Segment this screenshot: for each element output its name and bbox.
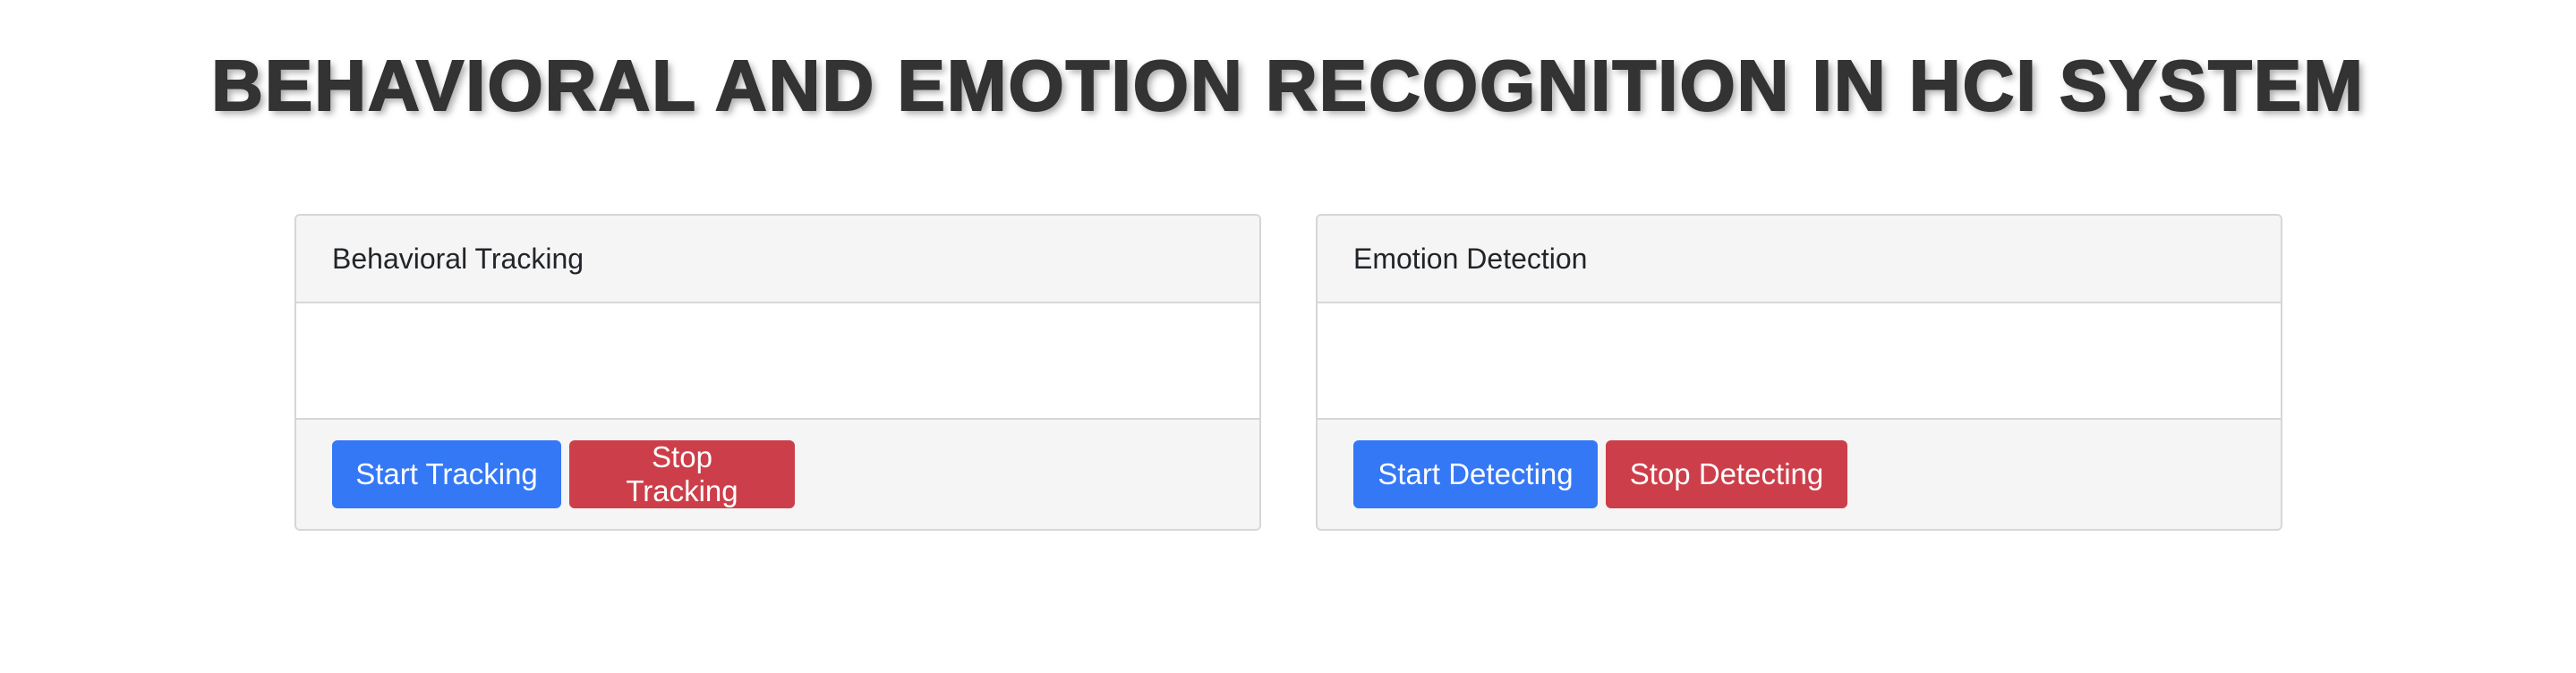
- behavioral-tracking-card: Behavioral Tracking Start Tracking Stop …: [294, 214, 1261, 531]
- stop-tracking-button[interactable]: Stop Tracking: [569, 440, 795, 508]
- emotion-detection-card: Emotion Detection Start Detecting Stop D…: [1316, 214, 2282, 531]
- behavioral-tracking-output: [296, 303, 1259, 418]
- page: BEHAVIORAL AND EMOTION RECOGNITION IN HC…: [0, 0, 2576, 673]
- card-header: Behavioral Tracking: [296, 216, 1259, 303]
- stop-detecting-button[interactable]: Stop Detecting: [1606, 440, 1847, 508]
- card-footer: Start Tracking Stop Tracking: [296, 418, 1259, 529]
- start-tracking-button[interactable]: Start Tracking: [332, 440, 561, 508]
- card-footer: Start Detecting Stop Detecting: [1318, 418, 2281, 529]
- start-detecting-button[interactable]: Start Detecting: [1353, 440, 1598, 508]
- page-title: BEHAVIORAL AND EMOTION RECOGNITION IN HC…: [210, 45, 2365, 126]
- card-header: Emotion Detection: [1318, 216, 2281, 303]
- emotion-detection-output: [1318, 303, 2281, 418]
